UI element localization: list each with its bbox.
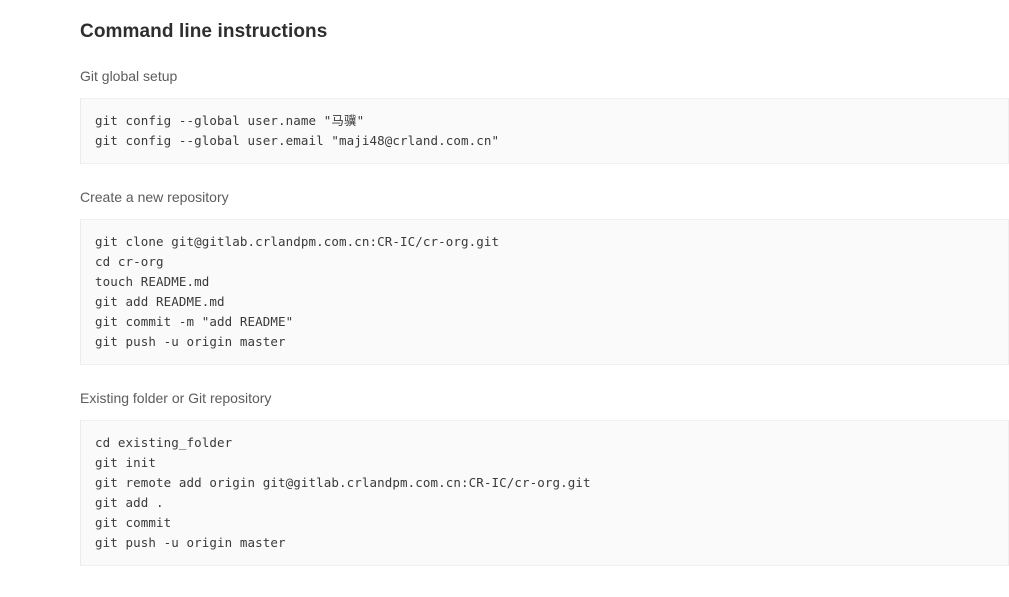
code-line: git push -u origin master (95, 535, 286, 550)
code-line: git push -u origin master (95, 334, 286, 349)
code-line: git config --global user.name "马骥" (95, 113, 365, 128)
section-git-global-setup: Git global setup git config --global use… (80, 44, 1009, 164)
code-line: git add . (95, 495, 164, 510)
code-line: git config --global user.email "maji48@c… (95, 133, 500, 148)
content-container: Command line instructions Git global set… (80, 0, 1009, 566)
page-title: Command line instructions (80, 21, 328, 42)
section-title-git-global-setup: Git global setup (80, 68, 178, 84)
code-line: git commit (95, 515, 172, 530)
code-line: git remote add origin git@gitlab.crlandp… (95, 475, 591, 490)
section-title-create-a-new-repository: Create a new repository (80, 189, 229, 205)
code-line: git add README.md (95, 294, 225, 309)
code-line: git init (95, 455, 157, 470)
code-block-existing-folder-or-git-repository[interactable]: cd existing_folder git init git remote a… (80, 420, 1009, 566)
code-line: touch README.md (95, 274, 210, 289)
section-existing-folder-or-git-repository: Existing folder or Git repository cd exi… (80, 365, 1009, 566)
code-line: git commit -m "add README" (95, 314, 294, 329)
section-create-a-new-repository: Create a new repository git clone git@gi… (80, 164, 1009, 365)
code-line: git clone git@gitlab.crlandpm.com.cn:CR-… (95, 234, 500, 249)
code-block-create-a-new-repository[interactable]: git clone git@gitlab.crlandpm.com.cn:CR-… (80, 219, 1009, 365)
code-line: cd cr-org (95, 254, 164, 269)
section-title-existing-folder-or-git-repository: Existing folder or Git repository (80, 390, 272, 406)
code-block-git-global-setup[interactable]: git config --global user.name "马骥" git c… (80, 98, 1009, 164)
code-line: cd existing_folder (95, 435, 233, 450)
command-line-instructions-page: Command line instructions Git global set… (0, 0, 1009, 597)
